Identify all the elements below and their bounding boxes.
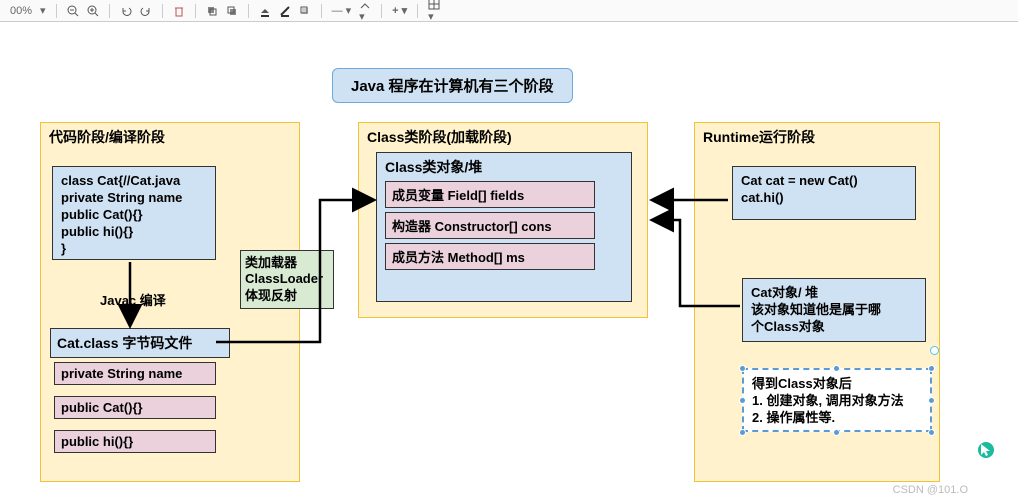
bytecode-title: Cat.class 字节码文件 bbox=[50, 328, 230, 358]
class-cons: 构造器 Constructor[] cons bbox=[385, 212, 595, 239]
class-heap-box: Class类对象/堆 成员变量 Field[] fields 构造器 Const… bbox=[376, 152, 632, 302]
back-icon[interactable] bbox=[222, 5, 242, 17]
zoom-out-icon[interactable] bbox=[63, 5, 83, 17]
loader-l2: ClassLoader bbox=[245, 271, 329, 287]
diagram-title: Java 程序在计算机有三个阶段 bbox=[332, 68, 573, 103]
handle-ne[interactable] bbox=[928, 365, 935, 372]
handle-nw[interactable] bbox=[739, 365, 746, 372]
watermark: CSDN @101.O bbox=[893, 484, 968, 496]
stage-class-title: Class类阶段(加载阶段) bbox=[359, 123, 647, 151]
class-fields: 成员变量 Field[] fields bbox=[385, 181, 595, 208]
runtime-code: Cat cat = new Cat() cat.hi() bbox=[732, 166, 916, 220]
stroke-icon[interactable] bbox=[275, 5, 295, 17]
handle-se[interactable] bbox=[928, 429, 935, 436]
stage-code-title: 代码阶段/编译阶段 bbox=[41, 123, 299, 151]
handle-s[interactable] bbox=[833, 429, 840, 436]
shadow-icon[interactable] bbox=[295, 5, 315, 17]
stage-runtime-title: Runtime运行阶段 bbox=[695, 123, 939, 151]
loader-l3: 体现反射 bbox=[245, 288, 329, 304]
handle-sw[interactable] bbox=[739, 429, 746, 436]
front-icon[interactable] bbox=[202, 5, 222, 17]
zoom-in-icon[interactable] bbox=[83, 5, 103, 17]
delete-icon[interactable] bbox=[169, 5, 189, 17]
toolbar: 00% ▾ — ▾ ▾ + ▾ ▾ bbox=[0, 0, 1018, 22]
runtime-heap: Cat对象/ 堆 该对象知道他是属于哪 个Class对象 bbox=[742, 278, 926, 342]
cursor-icon bbox=[978, 442, 994, 458]
java-source-box: class Cat{//Cat.java private String name… bbox=[52, 166, 216, 260]
classloader-box: 类加载器 ClassLoader 体现反射 bbox=[240, 250, 334, 309]
add-icon[interactable]: + ▾ bbox=[388, 4, 411, 17]
bytecode-ctor: public Cat(){} bbox=[54, 396, 216, 419]
javac-label: Javac 编译 bbox=[100, 290, 166, 309]
handle-w[interactable] bbox=[739, 397, 746, 404]
class-heap-title: Class类对象/堆 bbox=[385, 157, 623, 177]
class-methods: 成员方法 Method[] ms bbox=[385, 243, 595, 270]
bytecode-field: private String name bbox=[54, 362, 216, 385]
loader-l1: 类加载器 bbox=[245, 255, 329, 271]
canvas[interactable]: Java 程序在计算机有三个阶段 代码阶段/编译阶段 class Cat{//C… bbox=[0, 22, 1018, 500]
bytecode-method: public hi(){} bbox=[54, 430, 216, 453]
handle-e[interactable] bbox=[928, 397, 935, 404]
zoom-value[interactable]: 00% bbox=[6, 5, 36, 17]
table-icon[interactable]: ▾ bbox=[424, 0, 444, 23]
notes-box[interactable]: 得到Class对象后 1. 创建对象, 调用对象方法 2. 操作属性等. bbox=[742, 368, 932, 432]
connector-icon[interactable]: ▾ bbox=[355, 0, 375, 23]
line-drop-icon[interactable]: — ▾ bbox=[328, 4, 356, 17]
rotate-handle[interactable] bbox=[930, 346, 939, 355]
undo-icon[interactable] bbox=[116, 5, 136, 17]
fill-icon[interactable] bbox=[255, 5, 275, 17]
redo-icon[interactable] bbox=[136, 5, 156, 17]
zoom-drop-icon[interactable]: ▾ bbox=[36, 4, 50, 17]
handle-n[interactable] bbox=[833, 365, 840, 372]
